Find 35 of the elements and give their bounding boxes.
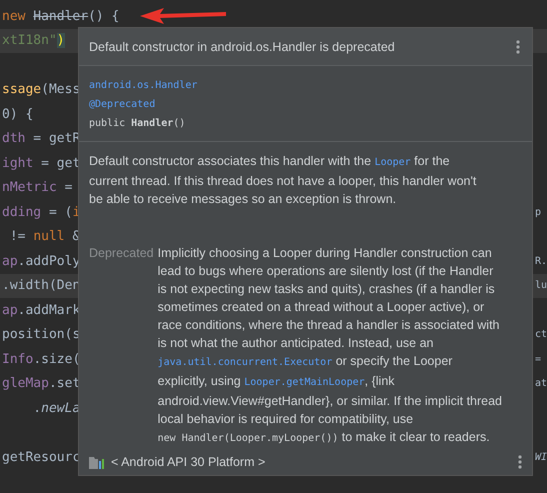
code-fragment: at (535, 378, 547, 390)
code-fragment: = (535, 354, 542, 365)
code-fragment: WI (535, 452, 547, 463)
code-link[interactable]: java.util.concurrent.Executor (158, 357, 332, 368)
code-fragment: p (535, 206, 542, 218)
code-line: ap.addMark (2, 302, 80, 318)
modifier-text: public (89, 117, 126, 131)
popup-title: Default constructor in android.os.Handler is deprecated (89, 40, 395, 54)
code-line: ight = get (2, 156, 80, 171)
code-line: ssage(Mess (2, 82, 80, 98)
code-line: xtI18n") (2, 33, 65, 48)
more-icon[interactable] (516, 40, 520, 54)
code-line: 0) { (2, 106, 34, 122)
code-fragment: lu (535, 280, 547, 292)
code-line: Info.size( (2, 352, 80, 367)
code-fragment: ct (535, 329, 547, 340)
deprecation-text: Implicitly choosing a Looper during Handler construction can lead to bugs where operations are silently lost (if the Handler is not expecting new tasks and quits), crashes (if a handler is sometimes created on a thread without a Looper active), or race conditions, where the thread a handler is associated with is not what the author anticipated. Instead, use an java.util.concurrent.Executor or specify the Looper explicitly, using Looper.getMainLooper, {link android.view.View#getHandler}, or similar. If the implicit thread local behavior is required for compatibility, use new Handler(Looper.myLooper()) to make it clear to readers. (158, 245, 504, 446)
code-line: position(s (2, 327, 80, 342)
annotation-text[interactable]: @Deprecated (89, 97, 522, 112)
deprecated-label: Deprecated (89, 245, 154, 262)
code-line: getResourc (2, 450, 80, 465)
code-line: .width(Den (2, 278, 80, 294)
code-line: ap.addPoly (2, 254, 80, 269)
code-fragment: R. (535, 256, 547, 267)
package-name[interactable]: android.os.Handler (89, 78, 522, 93)
description-text: Default constructor associates this handler with the Looper for the current thread. If this thread does not have a looper, this handler won't be able to receive messages so an exception is thrown. (88, 153, 478, 208)
code-line: gleMap.set (2, 376, 80, 392)
code-line: nMetric = (2, 180, 72, 196)
code-link[interactable]: Looper.getMainLooper (244, 377, 365, 388)
library-link[interactable]: < Android API 30 Platform > (111, 455, 266, 469)
method-signature: Handler() (131, 117, 186, 131)
code-line: new Handler() { (2, 8, 120, 24)
more-icon[interactable] (518, 455, 522, 469)
code-link[interactable]: Looper (374, 157, 411, 168)
library-icon (89, 455, 105, 469)
